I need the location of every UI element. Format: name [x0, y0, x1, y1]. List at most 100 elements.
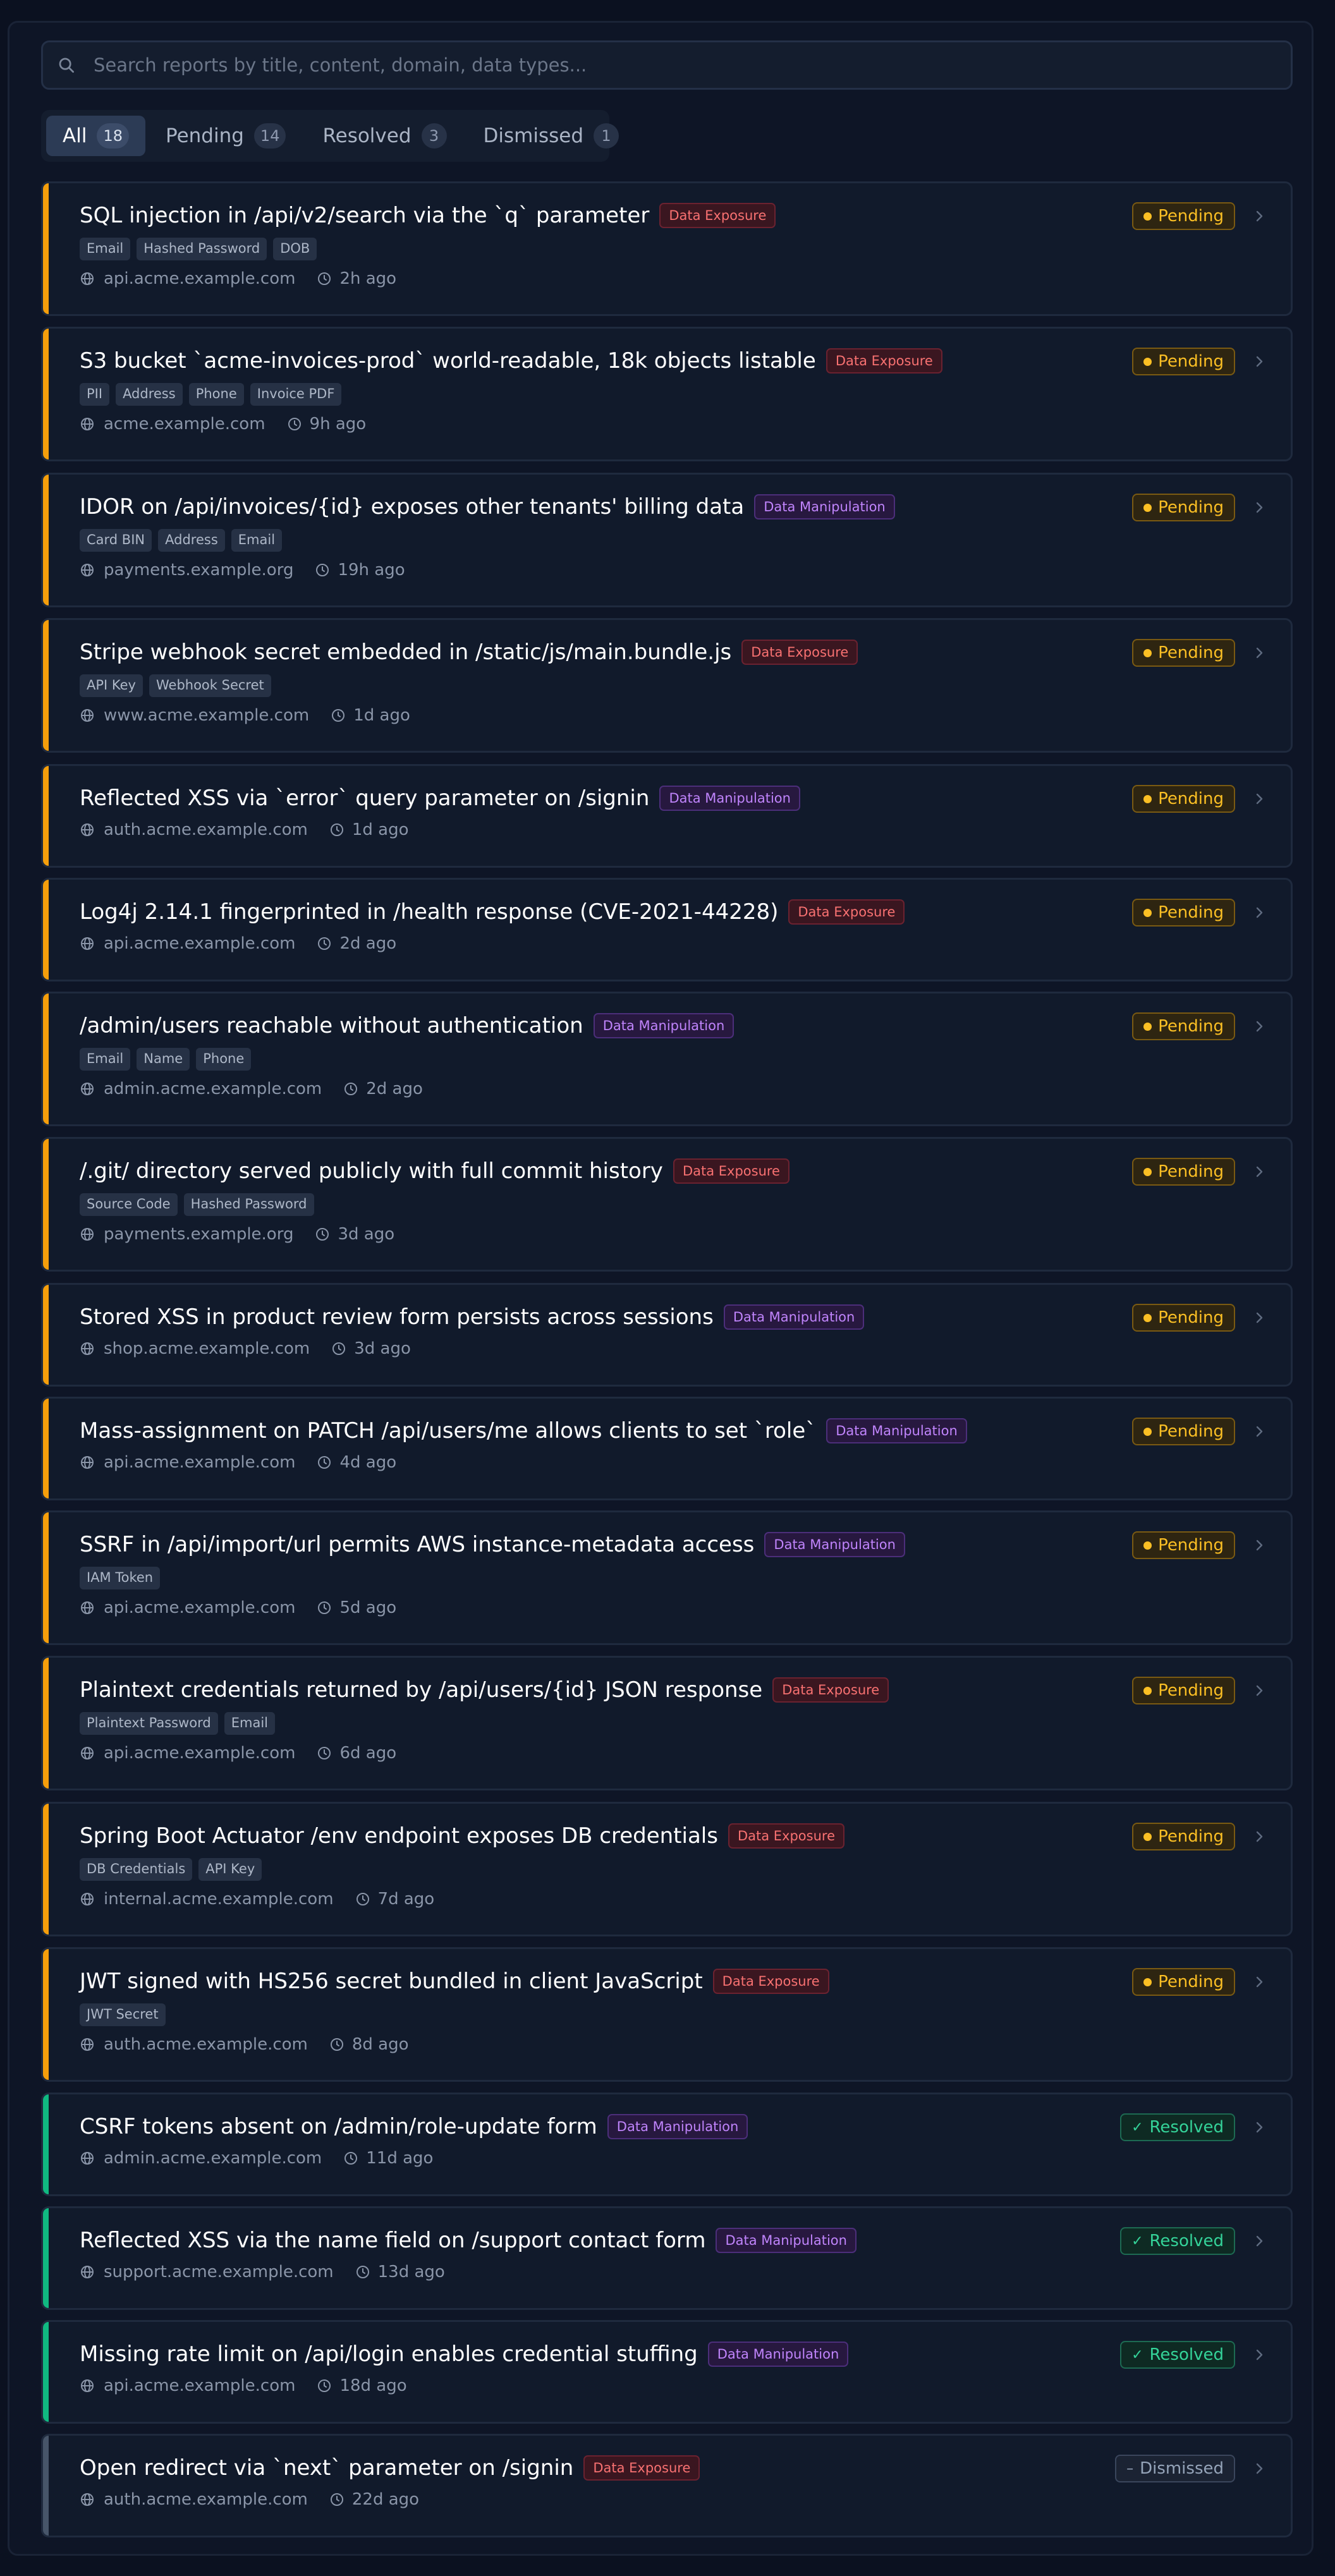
report-time: 1d ago: [353, 706, 410, 725]
status-accent-bar: [43, 1139, 49, 1270]
chevron-right-icon[interactable]: [1252, 1163, 1267, 1181]
report-meta: admin.acme.example.com 11d ago: [80, 2149, 1215, 2168]
report-card[interactable]: Stripe webhook secret embedded in /stati…: [41, 618, 1293, 753]
clock-icon: [318, 1747, 331, 1759]
report-content: Spring Boot Actuator /env endpoint expos…: [80, 1821, 1215, 1909]
chevron-right-icon[interactable]: [1252, 207, 1267, 225]
status-badge: ✓ Resolved: [1120, 2341, 1235, 2369]
report-domain: www.acme.example.com: [104, 706, 310, 725]
data-type-tag: DOB: [273, 238, 317, 260]
report-time: 19h ago: [338, 561, 405, 580]
status-label: Pending: [1158, 1162, 1224, 1181]
report-title-row: IDOR on /api/invoices/{id} exposes other…: [80, 492, 1215, 521]
report-time: 7d ago: [377, 1890, 435, 1909]
clock-icon: [330, 2493, 343, 2506]
report-content: SQL injection in /api/v2/search via the …: [80, 201, 1215, 288]
report-card[interactable]: Log4j 2.14.1 fingerprinted in /health re…: [41, 878, 1293, 981]
data-type-tags: Email Hashed Password DOB: [80, 238, 1215, 260]
chevron-right-icon[interactable]: [1252, 2346, 1267, 2364]
chevron-right-icon[interactable]: [1252, 2118, 1267, 2136]
report-card[interactable]: /.git/ directory served publicly with fu…: [41, 1137, 1293, 1272]
report-domain: support.acme.example.com: [104, 2263, 334, 2281]
chevron-right-icon[interactable]: [1252, 1423, 1267, 1440]
report-content: Plaintext credentials returned by /api/u…: [80, 1675, 1215, 1763]
report-time: 6d ago: [339, 1744, 397, 1763]
status-label: Pending: [1158, 643, 1224, 662]
chevron-right-icon[interactable]: [1252, 644, 1267, 662]
search-input[interactable]: [92, 54, 1291, 76]
report-title-row: CSRF tokens absent on /admin/role-update…: [80, 2112, 1215, 2141]
report-card[interactable]: CSRF tokens absent on /admin/role-update…: [41, 2093, 1293, 2196]
status-label: Pending: [1158, 1308, 1224, 1327]
chevron-right-icon[interactable]: [1252, 353, 1267, 370]
report-domain: api.acme.example.com: [104, 269, 296, 288]
report-title-row: S3 bucket `acme-invoices-prod` world-rea…: [80, 346, 1215, 375]
data-type-tag: Card BIN: [80, 529, 152, 552]
clock-icon: [318, 1601, 331, 1614]
chevron-right-icon[interactable]: [1252, 2460, 1267, 2477]
report-card[interactable]: Spring Boot Actuator /env endpoint expos…: [41, 1802, 1293, 1936]
chevron-right-icon[interactable]: [1252, 1973, 1267, 1991]
data-type-tag: DB Credentials: [80, 1858, 193, 1881]
clock-icon: [318, 2379, 331, 2392]
report-domain: shop.acme.example.com: [104, 1339, 310, 1358]
chevron-right-icon[interactable]: [1252, 1018, 1267, 1035]
data-type-tag: Email: [231, 529, 283, 552]
status-badge: ✓ Resolved: [1120, 2227, 1235, 2255]
report-card[interactable]: Reflected XSS via the name field on /sup…: [41, 2206, 1293, 2310]
globe-icon: [81, 1083, 94, 1095]
report-title-row: SQL injection in /api/v2/search via the …: [80, 201, 1215, 230]
category-badge: Data Exposure: [583, 2455, 700, 2481]
report-card[interactable]: Reflected XSS via `error` query paramete…: [41, 764, 1293, 868]
clock-icon: [316, 1228, 329, 1241]
report-time: 5d ago: [339, 1598, 397, 1617]
chevron-right-icon[interactable]: [1252, 1309, 1267, 1327]
report-time: 3d ago: [354, 1339, 411, 1358]
report-card[interactable]: SSRF in /api/import/url permits AWS inst…: [41, 1510, 1293, 1645]
report-time: 13d ago: [377, 2263, 445, 2281]
data-type-tag: Plaintext Password: [80, 1712, 218, 1735]
chevron-right-icon[interactable]: [1252, 1682, 1267, 1699]
data-type-tags: API Key Webhook Secret: [80, 674, 1215, 697]
category-badge: Data Manipulation: [716, 2228, 856, 2253]
report-card[interactable]: S3 bucket `acme-invoices-prod` world-rea…: [41, 327, 1293, 461]
report-card[interactable]: SQL injection in /api/v2/search via the …: [41, 181, 1293, 316]
tab-pending[interactable]: Pending 14: [149, 116, 302, 156]
report-card[interactable]: /admin/users reachable without authentic…: [41, 992, 1293, 1126]
pending-dot-icon: [1143, 908, 1152, 917]
report-title: /admin/users reachable without authentic…: [80, 1013, 583, 1038]
chevron-right-icon[interactable]: [1252, 1828, 1267, 1845]
chevron-right-icon[interactable]: [1252, 904, 1267, 921]
status-label: Pending: [1158, 789, 1224, 808]
tab-dismissed[interactable]: Dismissed 1: [467, 116, 636, 156]
tab-resolved[interactable]: Resolved 3: [306, 116, 463, 156]
report-card[interactable]: Missing rate limit on /api/login enables…: [41, 2320, 1293, 2424]
globe-icon: [81, 272, 94, 285]
tab-all[interactable]: All 18: [46, 116, 145, 156]
report-domain: internal.acme.example.com: [104, 1890, 334, 1909]
data-type-tags: Email Name Phone: [80, 1048, 1215, 1071]
search-icon: [59, 58, 74, 73]
chevron-right-icon[interactable]: [1252, 2232, 1267, 2250]
report-card[interactable]: IDOR on /api/invoices/{id} exposes other…: [41, 473, 1293, 607]
status-badge: Pending: [1132, 202, 1235, 230]
data-type-tag: API Key: [198, 1858, 262, 1881]
search-bar[interactable]: [41, 40, 1293, 90]
chevron-right-icon[interactable]: [1252, 790, 1267, 808]
data-type-tags: Source Code Hashed Password: [80, 1193, 1215, 1216]
report-card[interactable]: Mass-assignment on PATCH /api/users/me a…: [41, 1397, 1293, 1500]
report-title: Stored XSS in product review form persis…: [80, 1304, 714, 1330]
category-badge: Data Exposure: [659, 203, 776, 228]
report-card[interactable]: JWT signed with HS256 secret bundled in …: [41, 1947, 1293, 2082]
report-title: Log4j 2.14.1 fingerprinted in /health re…: [80, 899, 779, 925]
chevron-right-icon[interactable]: [1252, 499, 1267, 516]
report-title-row: Stored XSS in product review form persis…: [80, 1303, 1215, 1332]
chevron-right-icon[interactable]: [1252, 1536, 1267, 1554]
status-accent-bar: [43, 2094, 49, 2194]
report-card[interactable]: Stored XSS in product review form persis…: [41, 1283, 1293, 1387]
status-accent-bar: [43, 2436, 49, 2536]
globe-icon: [81, 823, 94, 836]
report-card[interactable]: Open redirect via `next` parameter on /s…: [41, 2434, 1293, 2537]
status-badge: ✓ Resolved: [1120, 2113, 1235, 2141]
report-card[interactable]: Plaintext credentials returned by /api/u…: [41, 1656, 1293, 1790]
